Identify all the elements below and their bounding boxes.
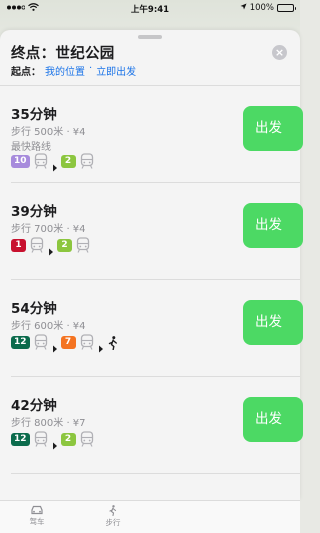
location-arrow-icon (240, 3, 247, 13)
metro-line-badge: 7 (60, 335, 76, 349)
route-duration: 39分钟 (11, 204, 57, 220)
origin-location-link[interactable]: 我的位置 (45, 63, 85, 78)
car-icon (17, 505, 57, 515)
go-button[interactable]: 出发 (243, 106, 303, 151)
route-duration: 42分钟 (11, 398, 57, 414)
origin-label: 起点： (11, 67, 41, 78)
metro-line-badge: 10 (11, 154, 30, 168)
destination-title: 终点：世纪公园 (11, 46, 115, 62)
tab-drive[interactable]: 驾车 (17, 505, 57, 527)
transfer-arrow-icon (48, 241, 54, 256)
battery-icon (277, 4, 296, 12)
close-icon: × (274, 46, 285, 59)
route-walk-fare: 步行 800米 · ¥7 (11, 418, 86, 429)
metro-line-badge: 12 (11, 432, 30, 446)
metro-line-badge: 1 (11, 238, 26, 252)
route-option[interactable]: 54分钟步行 600米 · ¥4 12 7 出发 (0, 280, 303, 377)
departure-time-link[interactable]: 立即出发 (96, 63, 136, 78)
train-icon (33, 431, 49, 447)
transfer-arrow-icon (98, 338, 104, 353)
directions-sheet: 终点：世纪公园 起点： 我的位置 · 立即出发 × 35分钟步行 500米 · … (0, 30, 303, 500)
route-duration: 54分钟 (11, 301, 57, 317)
walk-icon (93, 505, 133, 516)
route-walk-fare: 步行 700米 · ¥4 (11, 224, 86, 235)
route-walk-fare: 步行 500米 · ¥4 (11, 127, 86, 138)
route-walk-fare: 步行 600米 · ¥4 (11, 321, 86, 332)
tab-walk-label: 步行 (105, 518, 121, 527)
metro-line-badge: 2 (60, 432, 76, 446)
route-duration: 35分钟 (11, 107, 57, 123)
train-icon (75, 237, 91, 253)
transport-mode-bar: 驾车 步行 (0, 500, 300, 533)
route-legs: 12 (11, 237, 91, 256)
route-legs: 12 7 (11, 334, 119, 353)
train-icon (33, 334, 49, 350)
walk-icon (107, 335, 119, 351)
go-button[interactable]: 出发 (243, 203, 303, 248)
origin-line: 起点： 我的位置 · 立即出发 (11, 63, 136, 78)
tab-walk[interactable]: 步行 (93, 505, 133, 528)
transfer-arrow-icon (52, 338, 58, 353)
route-tag: 最快路线 (11, 142, 51, 153)
metro-line-badge: 12 (11, 335, 30, 349)
transfer-arrow-icon (52, 435, 58, 450)
train-icon (79, 153, 95, 169)
tab-drive-label: 驾车 (29, 517, 45, 526)
route-legs: 10 2 (11, 153, 95, 172)
route-option[interactable]: 39分钟 步行 700米 · ¥4 1 2 出发 (0, 183, 303, 280)
origin-separator: · (89, 63, 93, 74)
train-icon (29, 237, 45, 253)
go-button[interactable]: 出发 (243, 300, 303, 345)
train-icon (33, 153, 49, 169)
metro-line-badge: 2 (57, 238, 72, 252)
close-button[interactable]: × (272, 45, 287, 60)
go-button[interactable]: 出发 (243, 397, 303, 442)
status-bar: 上午9:41 100% (0, 0, 300, 16)
route-option[interactable]: 35分钟步行 500米 · ¥4 最快路线 10 2 出发 (0, 86, 303, 183)
transfer-arrow-icon (52, 157, 58, 172)
sheet-grabber[interactable] (138, 35, 162, 39)
train-icon (79, 431, 95, 447)
train-icon (79, 334, 95, 350)
battery-percent: 100% (249, 3, 274, 13)
route-option[interactable]: 42分钟步行 800米 · ¥7 12 2 出发 (0, 377, 303, 474)
route-divider (11, 473, 300, 474)
status-right: 100% (240, 3, 296, 13)
metro-line-badge: 2 (60, 154, 76, 168)
route-legs: 12 2 (11, 431, 95, 450)
